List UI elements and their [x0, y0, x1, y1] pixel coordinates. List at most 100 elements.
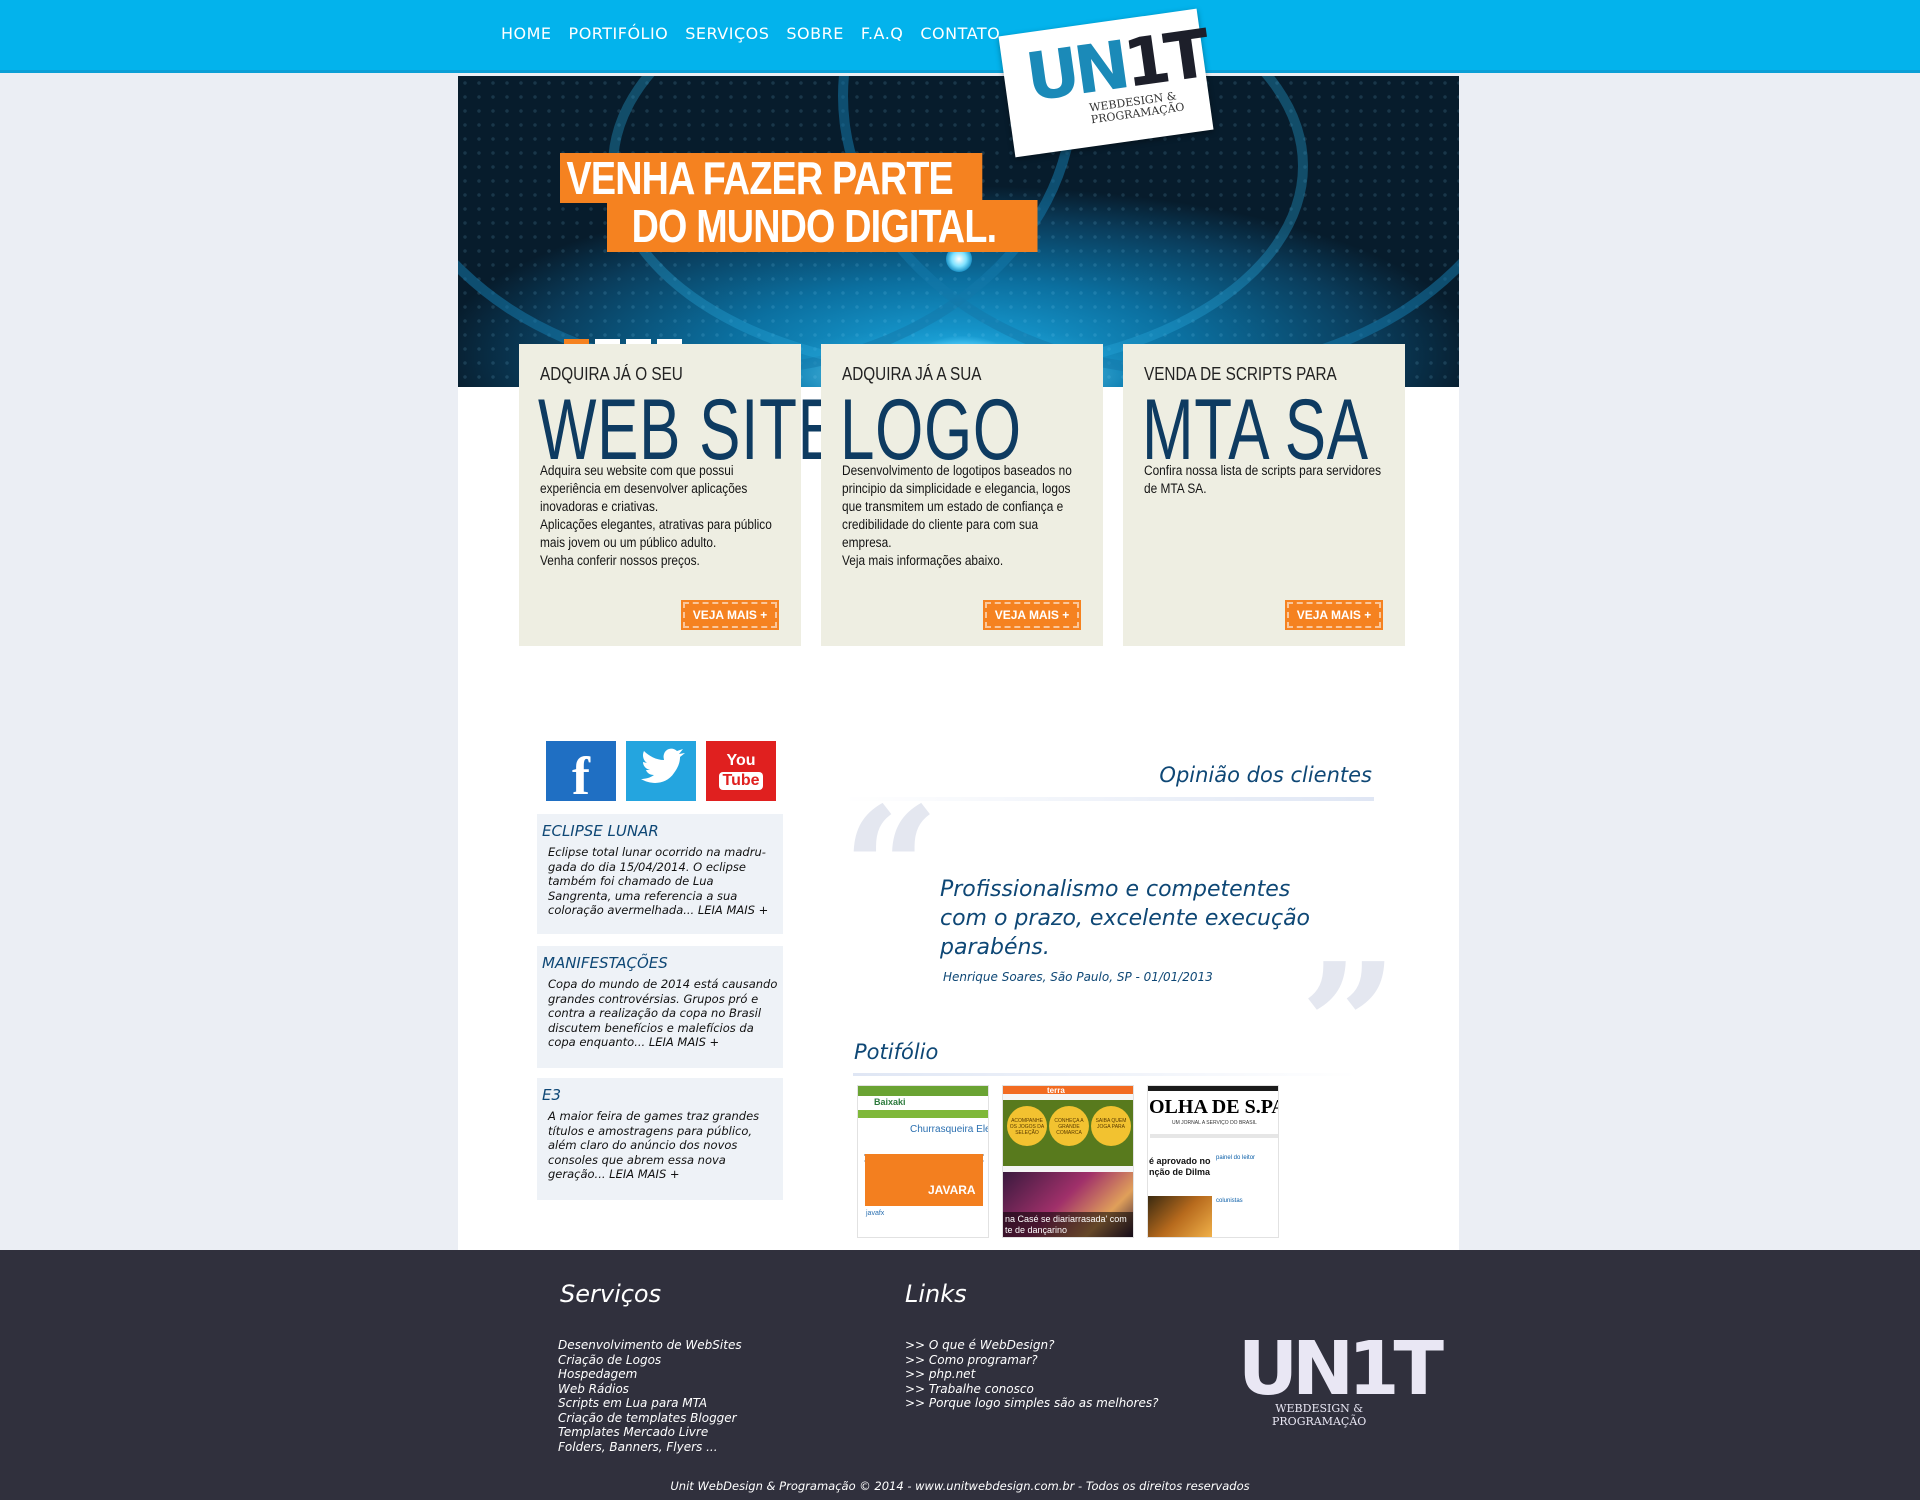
- portfolio-thumb-folha[interactable]: OLHA DE S.PAUI UM JORNAL A SERVIÇO DO BR…: [1147, 1085, 1279, 1238]
- thumb-bar: [1150, 1134, 1278, 1138]
- youtube-glyph-you: You: [726, 752, 756, 769]
- thumb-ball: CONHEÇA A GRANDE COMARCA: [1049, 1106, 1089, 1146]
- hero-headline-line2: DO MUNDO DIGITAL.: [607, 200, 1038, 252]
- footer-link[interactable]: >> php.net: [905, 1367, 1158, 1382]
- portfolio-thumb-terra[interactable]: terra ACOMPANHE OS JOGOS DA SELEÇÃO CONH…: [1002, 1085, 1134, 1238]
- veja-mais-button[interactable]: VEJA MAIS +: [681, 600, 779, 630]
- card-line: inovadoras e criativas.: [540, 499, 659, 514]
- thumb-footer: javafx: [866, 1210, 885, 1217]
- thumb-heading: Churrasqueira Eletrica Ar: [910, 1124, 988, 1135]
- thumb-masthead: OLHA DE S.PAUI: [1149, 1096, 1278, 1118]
- portfolio-title: Potifólio: [854, 1040, 939, 1064]
- footer-links-title: Links: [905, 1280, 967, 1308]
- footer-service-item[interactable]: Hospedagem: [558, 1367, 742, 1382]
- twitter-bird-icon: [641, 748, 685, 783]
- thumb-ball: SAIBA QUEM JOGA PARA: [1091, 1106, 1131, 1146]
- testimonial-author: Henrique Soares, São Paulo, SP - 01/01/2…: [943, 970, 1213, 984]
- card-line: experiência em desenvolver aplicações: [540, 481, 748, 496]
- news-title: E3: [542, 1086, 562, 1104]
- portfolio-divider: [853, 1073, 1358, 1076]
- hero-headline-line1: VENHA FAZER PARTE: [560, 153, 983, 203]
- nav-contato[interactable]: CONTATO: [920, 24, 1000, 43]
- footer-logo-tagline-2: PROGRAMAÇÃO: [1272, 1415, 1367, 1428]
- footer-service-item[interactable]: Web Rádios: [558, 1382, 742, 1397]
- news-title: MANIFESTAÇÕES: [542, 954, 668, 972]
- quote-line: Profissionalismo e competentes: [940, 877, 1291, 902]
- card-line: principio da simplicidade e elegancia, l…: [842, 481, 1071, 496]
- nav-home[interactable]: HOME: [501, 24, 552, 43]
- news-body: Eclipse total lunar ocorrido na madru-ga…: [548, 845, 769, 917]
- facebook-glyph: f: [572, 746, 590, 806]
- footer-link[interactable]: >> Como programar?: [905, 1353, 1158, 1368]
- footer-logo-tagline: WEBDESIGN & PROGRAMAÇÃO: [1272, 1402, 1366, 1428]
- footer-logo-tagline-1: WEBDESIGN &: [1275, 1402, 1364, 1415]
- thumb-bar: [1003, 1086, 1133, 1094]
- thumb-caption: na Casé se diariarrasada' com: [1005, 1214, 1127, 1224]
- news-body: Copa do mundo de 2014 está causando gran…: [548, 977, 778, 1049]
- veja-mais-button[interactable]: VEJA MAIS +: [1285, 600, 1383, 630]
- footer-service-item[interactable]: Criação de templates Blogger: [558, 1411, 742, 1426]
- card-line: Adquira seu website com que possui: [540, 463, 734, 478]
- main-nav: HOME PORTIFÓLIO SERVIÇOS SOBRE F.A.Q CON…: [501, 24, 1000, 43]
- nav-servicos[interactable]: SERVIÇOS: [685, 24, 769, 43]
- close-quote-icon: ”: [1300, 926, 1398, 1126]
- testimonials-title: Opinião dos clientes: [1159, 763, 1372, 787]
- card-line: Veja mais informações abaixo.: [842, 553, 1004, 568]
- nav-sobre[interactable]: SOBRE: [786, 24, 843, 43]
- service-card-logo: ADQUIRA JÁ A SUA LOGO Desenvolvimento de…: [821, 344, 1103, 646]
- open-quote-icon: “: [842, 770, 940, 970]
- youtube-glyph: You Tube: [706, 741, 776, 801]
- thumb-section: colunistas: [1216, 1198, 1243, 1204]
- footer-services-title: Serviços: [560, 1280, 662, 1308]
- thumb-brand: terra: [1047, 1086, 1065, 1095]
- card-description: Adquira seu website com que possui exper…: [540, 462, 786, 570]
- news-item[interactable]: MANIFESTAÇÕES Copa do mundo de 2014 está…: [537, 946, 783, 1068]
- thumb-bar: [858, 1086, 988, 1096]
- footer-services-list: Desenvolvimento de WebSites Criação de L…: [558, 1338, 742, 1454]
- thumb-section: painel do leitor: [1216, 1155, 1256, 1161]
- portfolio-thumb-baixaki[interactable]: Baixaki Churrasqueira Eletrica Ar JAVARA…: [857, 1085, 989, 1238]
- thumb-bar: [1148, 1086, 1278, 1091]
- footer-link[interactable]: >> Porque logo simples são as melhores?: [905, 1396, 1158, 1411]
- service-card-mta: VENDA DE SCRIPTS PARA MTA SA Confira nos…: [1123, 344, 1405, 646]
- thumb-caption: te de dançarino: [1005, 1225, 1068, 1235]
- footer-service-item[interactable]: Scripts em Lua para MTA: [558, 1396, 742, 1411]
- footer-link[interactable]: >> O que é WebDesign?: [905, 1338, 1158, 1353]
- thumb-headline: nção de Dilma: [1149, 1167, 1211, 1177]
- card-description: Desenvolvimento de logotipos baseados no…: [842, 462, 1088, 570]
- youtube-glyph-tube: Tube: [719, 772, 763, 790]
- card-line: que transmitem um estado de confiança e: [842, 499, 1064, 514]
- news-item[interactable]: ECLIPSE LUNAR Eclipse total lunar ocorri…: [537, 814, 783, 934]
- copyright: Unit WebDesign & Programação © 2014 - ww…: [670, 1479, 1250, 1493]
- card-line: Aplicações elegantes, atrativas para púb…: [540, 517, 772, 532]
- hero-banner: VENHA FAZER PARTE DO MUNDO DIGITAL.: [458, 76, 1459, 387]
- service-card-website: ADQUIRA JÁ O SEU WEB SITE Adquira seu we…: [519, 344, 839, 646]
- facebook-icon[interactable]: f: [546, 741, 616, 806]
- footer-service-item[interactable]: Templates Mercado Livre: [558, 1425, 742, 1440]
- card-line: Venha conferir nossos preços.: [540, 553, 700, 568]
- footer-link[interactable]: >> Trabalhe conosco: [905, 1382, 1158, 1397]
- nav-faq[interactable]: F.A.Q: [861, 24, 904, 43]
- footer-service-item[interactable]: Desenvolvimento de WebSites: [558, 1338, 742, 1353]
- thumb-banner: [865, 1154, 983, 1206]
- thumb-photo: [1148, 1196, 1212, 1237]
- news-body: A maior feira de games traz grandes títu…: [548, 1109, 760, 1181]
- news-item[interactable]: E3 A maior feira de games traz grandes t…: [537, 1078, 783, 1200]
- thumb-headline: é aprovado no: [1149, 1156, 1211, 1166]
- footer-logo: UN1T: [1238, 1326, 1444, 1412]
- twitter-icon[interactable]: [626, 741, 696, 801]
- youtube-icon[interactable]: You Tube: [706, 741, 776, 801]
- veja-mais-button[interactable]: VEJA MAIS +: [983, 600, 1081, 630]
- footer-service-item[interactable]: Folders, Banners, Flyers ...: [558, 1440, 742, 1455]
- nav-portfolio[interactable]: PORTIFÓLIO: [569, 24, 669, 43]
- news-title: ECLIPSE LUNAR: [542, 822, 659, 840]
- thumb-brand: Baixaki: [874, 1097, 906, 1107]
- card-line: credibilidade do cliente para com sua em…: [842, 517, 1039, 550]
- footer-links-list: >> O que é WebDesign? >> Como programar?…: [905, 1338, 1158, 1411]
- quote-line: parabéns.: [940, 935, 1050, 960]
- logo-mark-1t: 1T: [1119, 15, 1211, 103]
- thumb-bar: [858, 1110, 988, 1118]
- footer-service-item[interactable]: Criação de Logos: [558, 1353, 742, 1368]
- testimonial-quote: Profissionalismo e competentes com o pra…: [940, 875, 1340, 962]
- card-line: mais jovem ou um público adulto.: [540, 535, 717, 550]
